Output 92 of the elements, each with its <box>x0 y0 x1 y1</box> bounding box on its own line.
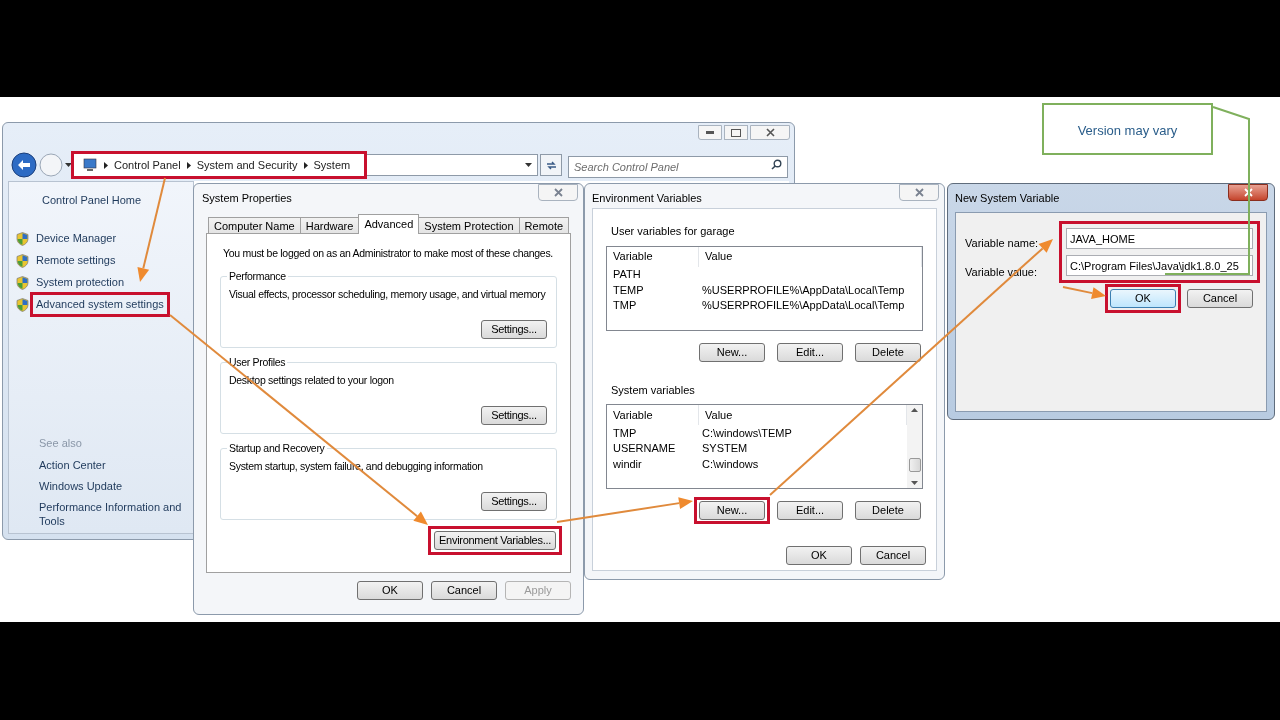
sidebar-link[interactable]: Device Manager <box>36 232 117 245</box>
chevron-icon <box>186 161 191 169</box>
section-heading: See also <box>38 435 83 451</box>
caret-icon[interactable] <box>65 162 72 168</box>
dialog-button[interactable]: OK <box>1110 289 1176 308</box>
dialog-button[interactable]: Delete <box>855 501 921 520</box>
window-title: Environment Variables <box>592 191 702 206</box>
field-label: Variable name: <box>965 236 1040 251</box>
scroll-up-icon[interactable] <box>911 408 918 412</box>
scroll-down-icon[interactable] <box>911 481 918 485</box>
sidebar-link[interactable]: Windows Update <box>17 479 193 493</box>
scrollbar[interactable] <box>907 405 922 488</box>
dialog-button[interactable]: OK <box>786 546 852 565</box>
annotation-text: Version may vary <box>1077 122 1178 140</box>
notice-text: You must be logged on as an Administrator to make most of these changes. <box>222 246 553 261</box>
maximize-button[interactable] <box>724 125 748 140</box>
table-cell-text: C:\windows\TEMP <box>701 425 792 441</box>
dialog-button[interactable]: Settings... <box>481 319 547 339</box>
close-button[interactable] <box>538 184 578 201</box>
variable-row[interactable]: USERNAME SYSTEM <box>607 440 907 456</box>
input-field[interactable]: JAVA_HOME <box>1066 228 1253 249</box>
chevron-icon <box>104 161 108 169</box>
computer-icon <box>82 158 98 172</box>
close-button[interactable] <box>1228 184 1268 201</box>
shield-icon <box>16 253 29 268</box>
table-cell-text: %USERPROFILE%\AppData\Local\Temp <box>701 282 905 298</box>
table-cell-text: %USERPROFILE%\AppData\Local\Temp <box>701 298 905 313</box>
window-title: System Properties <box>202 191 292 206</box>
section-title: System variables <box>610 382 696 398</box>
close-icon <box>553 188 563 197</box>
table-cell-text: SYSTEM <box>701 441 748 456</box>
refresh-button[interactable] <box>540 154 562 176</box>
dialog-button[interactable]: Edit... <box>777 342 843 362</box>
breadcrumb-item[interactable]: System and Security <box>196 156 298 174</box>
sidebar-link[interactable]: Performance Information and Tools <box>17 500 193 528</box>
dialog-button[interactable]: Cancel <box>431 581 497 600</box>
table-cell-text: TMP <box>612 298 638 313</box>
table-cell-text: TMP <box>612 425 638 441</box>
sidebar-link[interactable]: Control Panel Home <box>17 192 193 209</box>
shield-icon <box>16 231 29 246</box>
dialog-button[interactable]: Settings... <box>481 405 547 425</box>
dialog-button[interactable]: OK <box>357 581 423 600</box>
variable-row[interactable]: TEMP %USERPROFILE%\AppData\Local\Temp <box>607 282 922 298</box>
breadcrumb-item[interactable]: System <box>313 156 351 174</box>
column-header[interactable]: Variable <box>607 246 699 267</box>
variable-row[interactable]: PATH <box>607 266 922 282</box>
close-icon <box>1243 188 1253 197</box>
dialog-button[interactable]: New... <box>699 342 765 362</box>
chevron-icon <box>303 161 308 169</box>
sidebar-link[interactable]: Advanced system settings <box>36 298 164 311</box>
table-cell-text: USERNAME <box>612 441 677 456</box>
sidebar-link[interactable]: Action Center <box>17 458 193 472</box>
shield-icon <box>16 275 29 290</box>
input-field[interactable]: C:\Program Files\Java\jdk1.8.0_25 <box>1066 255 1253 276</box>
dialog-button[interactable]: Cancel <box>1187 289 1253 308</box>
arrow <box>1062 286 1106 299</box>
refresh-icon <box>544 159 558 171</box>
minimize-button[interactable] <box>698 125 722 140</box>
dialog-button[interactable]: Environment Variables... <box>434 530 556 550</box>
variable-row[interactable]: TMP C:\windows\TEMP <box>607 425 907 441</box>
tab[interactable]: Advanced <box>358 214 420 234</box>
column-header[interactable]: Variable <box>607 405 699 425</box>
dialog-button[interactable]: Cancel <box>860 546 926 565</box>
variable-row[interactable]: TMP %USERPROFILE%\AppData\Local\Temp <box>607 297 922 313</box>
table-cell-text: PATH <box>612 267 642 282</box>
table-cell-text: C:\windows <box>701 456 759 472</box>
close-button[interactable] <box>750 125 790 140</box>
shield-icon <box>16 297 29 312</box>
section-title: User variables for garage <box>610 224 736 239</box>
table-cell-text: TEMP <box>612 282 645 298</box>
back-button[interactable] <box>11 152 37 178</box>
minimize-icon <box>706 131 714 134</box>
variable-row[interactable]: windir C:\windows <box>607 456 907 472</box>
dialog-button[interactable]: Edit... <box>777 501 843 520</box>
group-description: Visual effects, processor scheduling, memory usage, and virtual memory <box>229 286 546 302</box>
dialog-button[interactable]: New... <box>699 501 765 520</box>
close-button[interactable] <box>899 184 939 201</box>
restore-icon <box>731 128 741 137</box>
close-icon <box>914 188 924 197</box>
search-field[interactable]: Search Control Panel <box>568 156 788 178</box>
dialog-button[interactable]: Settings... <box>481 491 547 511</box>
breadcrumb-item[interactable]: Control Panel <box>114 156 181 174</box>
scrollbar-thumb[interactable] <box>908 457 921 472</box>
sidebar-link[interactable]: System protection <box>36 276 125 289</box>
dialog-button[interactable]: Delete <box>855 342 921 362</box>
window-title: New System Variable <box>955 191 1060 206</box>
sidebar-link[interactable]: Remote settings <box>36 254 116 267</box>
column-header[interactable]: Value <box>699 246 922 267</box>
search-icon <box>771 159 782 170</box>
close-icon <box>765 128 775 137</box>
table-cell-text: windir <box>612 456 643 472</box>
caret-icon[interactable] <box>525 162 532 168</box>
